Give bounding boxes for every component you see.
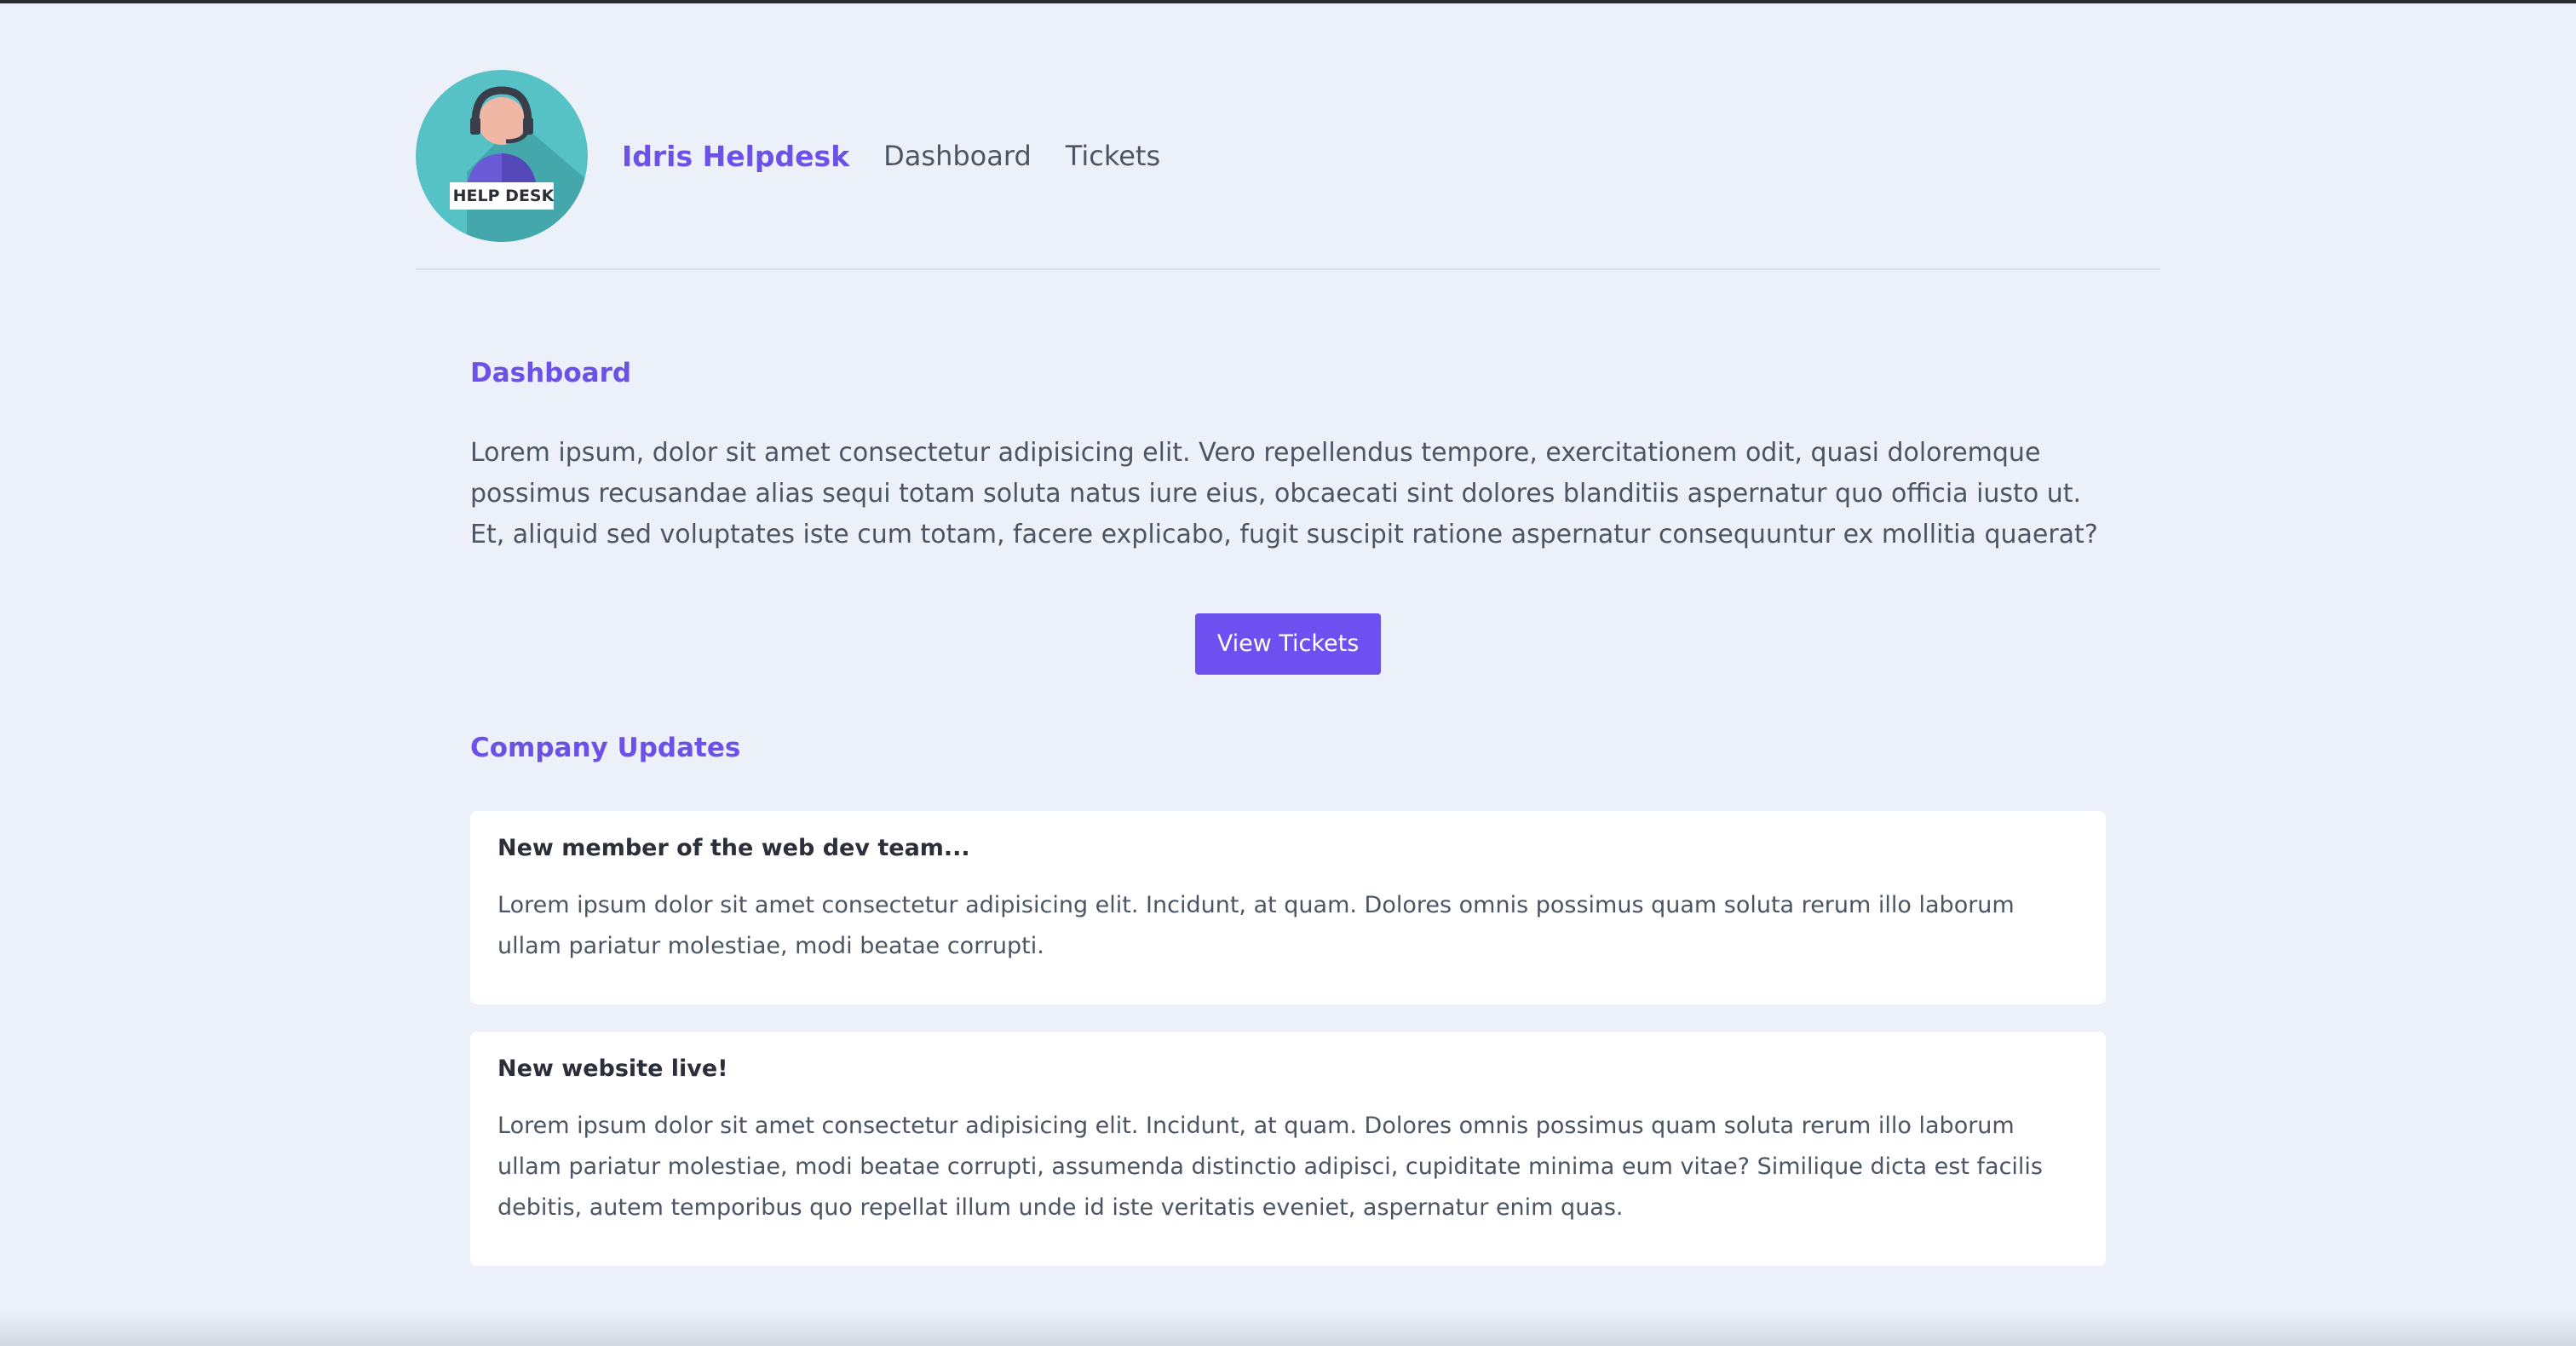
main-nav: Idris Helpdesk Dashboard Tickets	[622, 70, 1194, 242]
window-top-border	[0, 0, 2576, 3]
dashboard-content: Dashboard Lorem ipsum, dolor sit amet co…	[470, 358, 2106, 1293]
update-title: New member of the web dev team...	[497, 835, 970, 861]
brand-link[interactable]: Idris Helpdesk	[622, 140, 849, 173]
view-tickets-button[interactable]: View Tickets	[1194, 613, 1382, 675]
update-body: Lorem ipsum dolor sit amet consectetur a…	[497, 1113, 2043, 1221]
update-title: New website live!	[497, 1056, 728, 1082]
header-divider	[416, 268, 2160, 270]
button-row: View Tickets	[470, 613, 2106, 675]
update-card: New website live! Lorem ipsum dolor sit …	[470, 1032, 2106, 1266]
intro-paragraph: Lorem ipsum, dolor sit amet consectetur …	[470, 438, 2098, 549]
helpdesk-agent-icon	[416, 70, 588, 242]
nav-dashboard[interactable]: Dashboard	[883, 140, 1032, 172]
logo-label: HELP DESK	[452, 187, 555, 205]
company-updates-title: Company Updates	[470, 733, 741, 763]
site-header: Idris Helpdesk Dashboard Tickets	[416, 70, 2160, 269]
helpdesk-logo[interactable]	[416, 70, 588, 242]
update-body: Lorem ipsum dolor sit amet consectetur a…	[497, 892, 2015, 959]
bottom-shadow	[0, 1312, 2576, 1346]
nav-tickets[interactable]: Tickets	[1066, 140, 1160, 172]
update-card: New member of the web dev team... Lorem …	[470, 811, 2106, 1004]
page-title: Dashboard	[470, 358, 632, 388]
updates-list: New member of the web dev team... Lorem …	[470, 811, 2106, 1266]
